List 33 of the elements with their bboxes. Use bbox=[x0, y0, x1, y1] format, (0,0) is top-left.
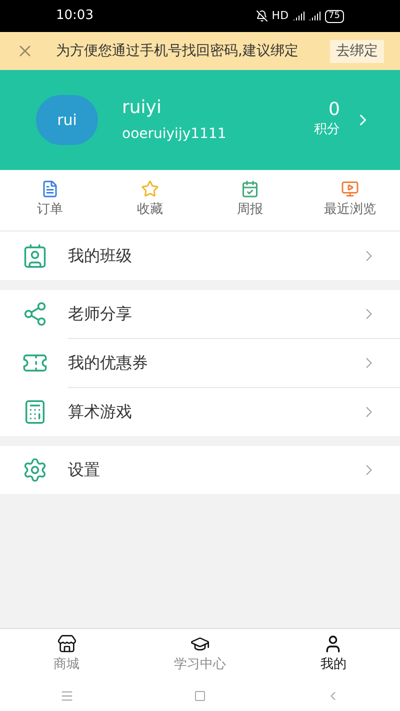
calendar-icon bbox=[241, 180, 259, 198]
shortcut-item[interactable]: 周报 bbox=[200, 170, 300, 230]
menu-item[interactable]: 我的班级 bbox=[0, 232, 400, 280]
shortcut-item[interactable]: 最近浏览 bbox=[300, 170, 400, 230]
tab[interactable]: 学习中心 bbox=[133, 629, 267, 680]
star-icon bbox=[141, 180, 159, 198]
mute-icon bbox=[256, 10, 268, 22]
menu-item[interactable]: 老师分享 bbox=[0, 290, 400, 338]
tab[interactable]: 我的 bbox=[266, 629, 400, 680]
store-icon bbox=[56, 634, 77, 654]
menu-item[interactable]: 设置 bbox=[0, 446, 400, 494]
home-icon[interactable] bbox=[194, 690, 206, 702]
tab[interactable]: 商城 bbox=[0, 629, 134, 680]
points-label: 积分 bbox=[314, 121, 340, 140]
avatar: rui bbox=[36, 95, 98, 145]
account-id: ooeruiyijy1111 bbox=[122, 126, 226, 142]
share-icon bbox=[22, 301, 48, 327]
video-icon bbox=[341, 180, 359, 198]
clock: 10:03 bbox=[56, 7, 94, 26]
bind-button[interactable]: 去绑定 bbox=[330, 40, 384, 62]
contact-card-icon bbox=[22, 243, 48, 269]
menu-icon[interactable] bbox=[60, 688, 74, 702]
notice-text: 为方便您通过手机号找回密码,建议绑定 bbox=[56, 44, 300, 58]
points-value: 0 bbox=[328, 100, 340, 120]
menu-item[interactable]: 算术游戏 bbox=[0, 388, 400, 436]
network-label: HD bbox=[272, 8, 289, 24]
menu-item[interactable]: 我的优惠券 bbox=[0, 339, 400, 387]
shortcut-item[interactable]: 收藏 bbox=[100, 170, 200, 230]
shortcut-item[interactable]: 订单 bbox=[0, 170, 100, 230]
settings-icon bbox=[22, 457, 48, 483]
battery-indicator: 75 bbox=[324, 10, 344, 22]
user-name: ruiyi bbox=[122, 98, 162, 118]
document-icon bbox=[41, 180, 59, 198]
